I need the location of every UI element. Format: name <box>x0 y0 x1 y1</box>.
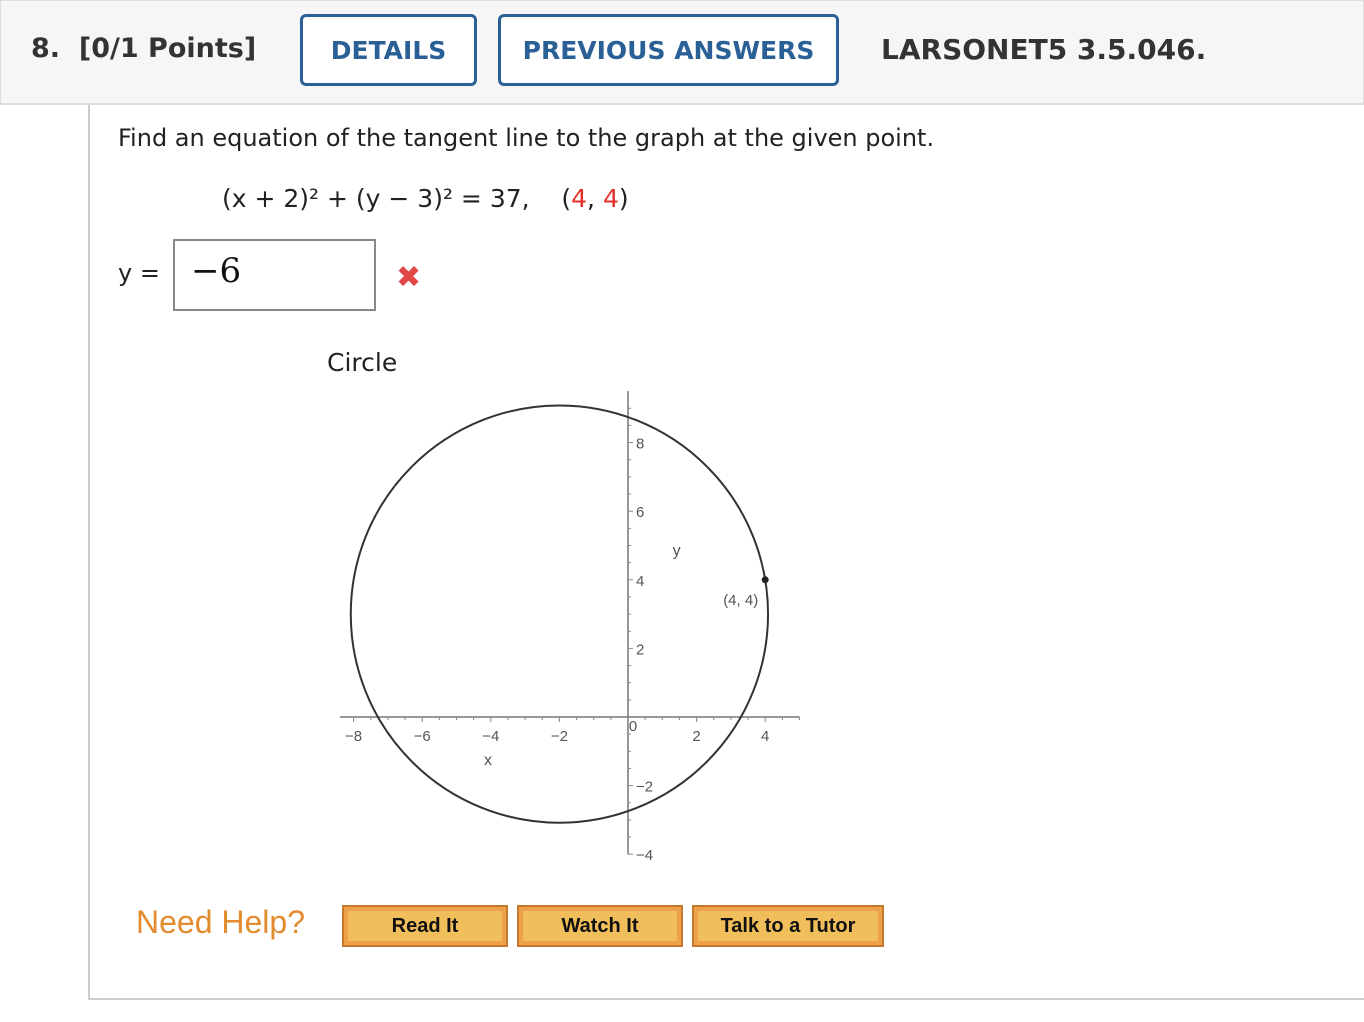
details-button[interactable]: DETAILS <box>300 14 477 86</box>
circle-curve <box>349 404 770 824</box>
y-tick-label: −2 <box>636 779 653 796</box>
previous-answers-button[interactable]: PREVIOUS ANSWERS <box>498 14 839 86</box>
x-tick-label: −6 <box>414 728 431 745</box>
point-label: (4, 4) <box>723 592 758 609</box>
read-it-button[interactable]: Read It <box>342 905 508 947</box>
y-tick-label: 2 <box>636 641 644 658</box>
problem-code: LARSONET5 3.5.046. <box>881 33 1207 66</box>
watch-it-button[interactable]: Watch It <box>517 905 683 947</box>
equation: (x + 2)² + (y − 3)² = 37, (4, 4) <box>222 184 629 213</box>
circle-graph: −8 −6 −4 −2 0 2 4 8 6 4 2 −2 −4 x y (4, 4) <box>339 391 800 864</box>
question-points: 8. [0/1 Points] <box>31 33 256 64</box>
need-help-label: Need Help? <box>136 904 305 940</box>
answer-input[interactable]: −6 <box>173 239 376 311</box>
point-y: 4 <box>602 184 619 213</box>
equation-text: (x + 2)² + (y − 3)² = 37, <box>222 184 530 213</box>
y-tick-label: −4 <box>636 847 653 864</box>
y-tick-label: 4 <box>636 573 644 590</box>
point-x: 4 <box>571 184 588 213</box>
x-tick-label: −8 <box>345 728 362 745</box>
question-header: 8. [0/1 Points] DETAILS PREVIOUS ANSWERS… <box>0 0 1364 105</box>
y-axis-label: y <box>673 543 681 560</box>
x-tick-label: 4 <box>761 728 769 745</box>
x-tick-label: −4 <box>482 728 499 745</box>
y-tick-label: 6 <box>636 504 644 521</box>
question-prompt: Find an equation of the tangent line to … <box>118 124 935 152</box>
question-number: 8. <box>31 33 61 64</box>
y-tick-label: 8 <box>636 436 644 453</box>
talk-to-tutor-button[interactable]: Talk to a Tutor <box>692 905 884 947</box>
points-label: [0/1 Points] <box>78 33 257 64</box>
x-axis-label: x <box>484 752 492 769</box>
incorrect-x-icon: ✖ <box>396 260 422 295</box>
x-tick-label: 2 <box>692 728 700 745</box>
given-point <box>761 576 769 584</box>
x-tick-label: 0 <box>629 718 637 735</box>
figure-title: Circle <box>327 348 398 377</box>
answer-label: y = <box>118 259 160 287</box>
x-tick-label: −2 <box>551 728 568 745</box>
